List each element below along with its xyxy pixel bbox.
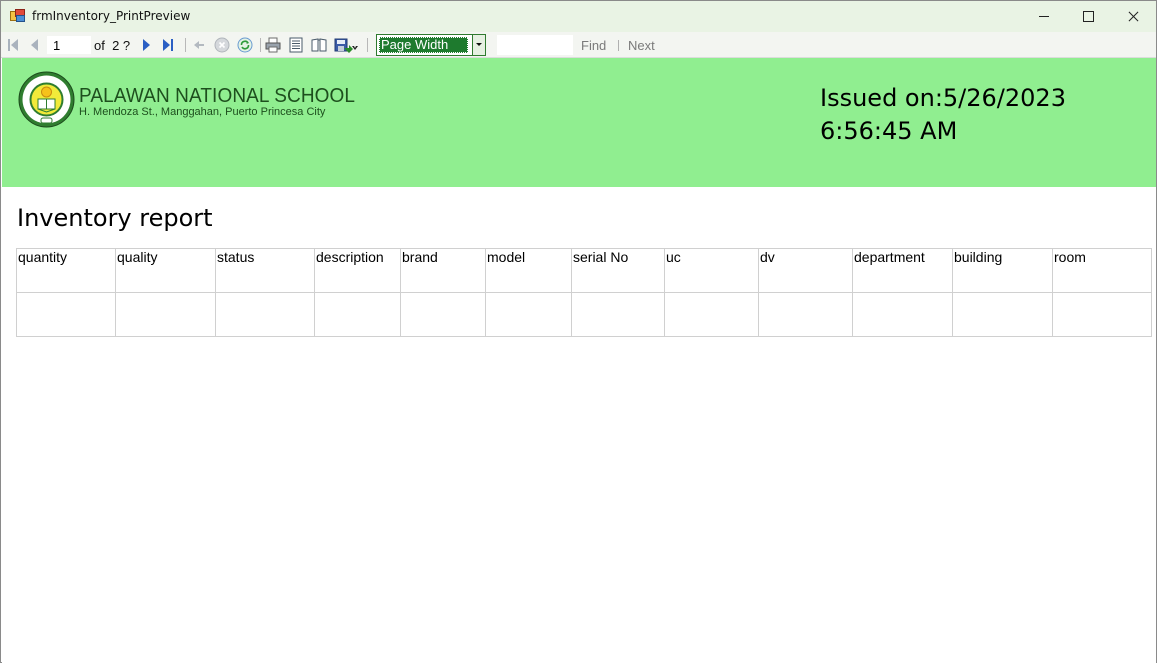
column-header: brand [400,248,486,293]
column-header: room [1052,248,1152,293]
table-header-row: quantity quality status description bran… [16,248,1152,293]
window-title: frmInventory_PrintPreview [32,9,191,23]
page-count-label: of 2 ? [94,38,131,53]
last-page-icon[interactable] [160,37,176,53]
table-cell [571,292,665,337]
app-icon [10,9,26,23]
toolbar-separator [185,38,186,52]
toolbar-separator [367,38,368,52]
print-layout-icon[interactable] [288,37,304,53]
column-header: model [485,248,572,293]
column-header: quantity [16,248,116,293]
column-header: description [314,248,401,293]
table-cell [664,292,759,337]
report-page[interactable]: PALAWAN NATIONAL SCHOOL H. Mendoza St., … [2,58,1156,663]
print-preview-window: frmInventory_PrintPreview of 2 ? [0,0,1157,663]
table-cell [852,292,953,337]
title-bar: frmInventory_PrintPreview [1,1,1156,32]
page-setup-icon[interactable] [311,37,327,53]
issued-date-line: Issued on:5/26/2023 [820,84,1066,112]
column-header: uc [664,248,759,293]
table-cell [16,292,116,337]
report-header-band: PALAWAN NATIONAL SCHOOL H. Mendoza St., … [2,58,1156,187]
table-cell [485,292,572,337]
find-input[interactable] [497,35,573,55]
school-address: H. Mendoza St., Manggahan, Puerto Prince… [79,106,326,118]
column-header: quality [115,248,216,293]
back-icon[interactable] [191,37,207,53]
chevron-down-icon[interactable] [472,35,485,55]
column-header: dv [758,248,853,293]
zoom-select[interactable]: Page Width [376,34,486,56]
refresh-icon[interactable] [237,37,253,53]
table-cell [952,292,1053,337]
issued-date: Issued on:5/26/2023 6:56:45 AM [820,82,1066,148]
column-header: status [215,248,315,293]
export-icon[interactable] [334,37,358,53]
issued-time-line: 6:56:45 AM [820,117,958,145]
stop-icon[interactable] [214,37,230,53]
toolbar-separator [260,38,261,52]
print-icon[interactable] [265,37,281,53]
table-cell [758,292,853,337]
column-header: serial No [571,248,665,293]
table-cell [314,292,401,337]
find-next-button[interactable]: Next [628,38,655,53]
report-title: Inventory report [17,204,213,232]
first-page-icon[interactable] [6,37,22,53]
next-page-icon[interactable] [139,37,155,53]
maximize-button[interactable] [1065,1,1111,32]
column-header: department [852,248,953,293]
table-cell [1052,292,1152,337]
inventory-table: quantity quality status description bran… [16,248,1152,337]
table-row [16,292,1152,337]
zoom-select-value: Page Width [379,37,468,53]
close-button[interactable] [1110,1,1156,32]
previous-page-icon[interactable] [27,37,43,53]
school-logo-icon [18,71,75,128]
table-cell [215,292,315,337]
report-toolbar: of 2 ? P [1,32,1156,58]
toolbar-separator [618,40,619,51]
current-page-input[interactable] [47,36,91,54]
table-cell [115,292,216,337]
column-header: building [952,248,1053,293]
table-cell [400,292,486,337]
minimize-button[interactable] [1021,1,1067,32]
find-button[interactable]: Find [581,38,606,53]
